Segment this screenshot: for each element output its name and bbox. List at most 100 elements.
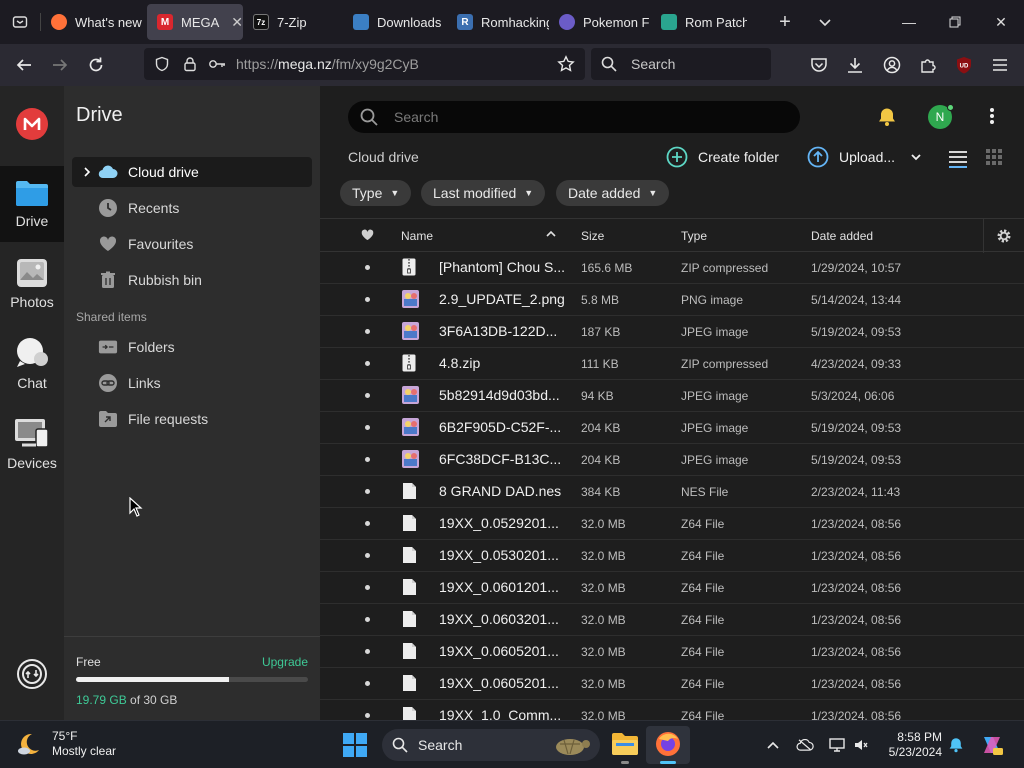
close-window-button[interactable]: ✕: [978, 0, 1024, 44]
rail-devices[interactable]: Devices: [0, 406, 64, 482]
start-button[interactable]: [343, 733, 367, 762]
table-row[interactable]: 6B2F905D-C52F-... 204 KB JPEG image 5/19/20…: [320, 412, 1024, 444]
tab-romhacking[interactable]: R Romhacking: [447, 4, 549, 40]
pocket-icon: [811, 58, 827, 72]
app-menu-button[interactable]: [989, 54, 1011, 76]
table-row[interactable]: 8 GRAND DAD.nes 384 KB NES File 2/23/2024, …: [320, 476, 1024, 508]
ublock-button[interactable]: UD: [953, 54, 975, 76]
taskbar-search[interactable]: Search: [382, 729, 600, 761]
rail-label: Devices: [7, 455, 57, 471]
forward-button[interactable]: [42, 49, 78, 81]
table-row[interactable]: 4.8.zip 111 KB ZIP compressed 4/23/2024, 09…: [320, 348, 1024, 380]
list-view-button[interactable]: [948, 148, 968, 173]
file-explorer-taskbar-button[interactable]: [611, 731, 639, 764]
extensions-button[interactable]: [917, 54, 939, 76]
tab-overflow-button[interactable]: [802, 0, 848, 44]
notifications-button[interactable]: [877, 107, 897, 132]
file-icon: [402, 482, 419, 502]
tab-whats-new[interactable]: What's new: [41, 4, 147, 40]
column-header-name[interactable]: Name: [401, 229, 433, 243]
rail-drive[interactable]: Drive: [0, 166, 64, 242]
cloud-offline-icon: [796, 739, 814, 751]
table-row[interactable]: 19XX_0.0605201... 32.0 MB Z64 File 1/23/202…: [320, 668, 1024, 700]
more-options-button[interactable]: [989, 107, 995, 130]
file-type: JPEG image: [681, 421, 749, 435]
taskbar-clock[interactable]: 8:58 PM 5/23/2024: [856, 730, 942, 760]
account-button[interactable]: [881, 54, 903, 76]
table-row[interactable]: 6FC38DCF-B13C... 204 KB JPEG image 5/19/202…: [320, 444, 1024, 476]
rail-label: Photos: [10, 294, 54, 310]
back-button[interactable]: [6, 49, 42, 81]
breadcrumb[interactable]: Cloud drive: [348, 149, 419, 165]
table-row[interactable]: 19XX_0.0530201... 32.0 MB Z64 File 1/23/202…: [320, 540, 1024, 572]
sidebar-item-links[interactable]: Links: [72, 368, 312, 398]
filter-date-added[interactable]: Date added ▼: [556, 180, 670, 206]
row-status-dot: [365, 393, 370, 398]
grid-view-button[interactable]: [986, 149, 1002, 170]
sidebar-item-favourites[interactable]: Favourites: [72, 229, 312, 259]
search-input[interactable]: Search: [348, 101, 800, 133]
filter-type[interactable]: Type ▼: [340, 180, 412, 206]
table-row[interactable]: 19XX_1.0_Comm... 32.0 MB Z64 File 1/23/2024…: [320, 700, 1024, 720]
tab-mega[interactable]: M MEGA ✕: [147, 4, 243, 40]
show-hidden-icons-button[interactable]: [764, 736, 782, 754]
rail-photos[interactable]: Photos: [0, 246, 64, 322]
close-tab-icon[interactable]: ✕: [231, 14, 243, 31]
sidebar-item-cloud-drive[interactable]: Cloud drive: [72, 157, 312, 187]
maximize-button[interactable]: [932, 0, 978, 44]
table-row[interactable]: 19XX_0.0601201... 32.0 MB Z64 File 1/23/202…: [320, 572, 1024, 604]
create-folder-button[interactable]: Create folder: [666, 146, 779, 168]
transfers-button[interactable]: [16, 658, 48, 690]
tab-7zip[interactable]: 7z 7-Zip: [243, 4, 343, 40]
file-type: Z64 File: [681, 549, 725, 563]
row-status-dot: [365, 553, 370, 558]
filter-last-modified[interactable]: Last modified ▼: [421, 180, 546, 206]
tab-pokemon[interactable]: Pokemon F: [549, 4, 651, 40]
sidebar-item-recents[interactable]: Recents: [72, 193, 312, 223]
rail-chat[interactable]: Chat: [0, 326, 64, 402]
sidebar-item-file-requests[interactable]: File requests: [72, 404, 312, 434]
plan-label: Free: [76, 655, 101, 669]
table-row[interactable]: 2.9_UPDATE_2.png 5.8 MB PNG image 5/14/2024…: [320, 284, 1024, 316]
file-name: 19XX_0.0605201...: [439, 643, 559, 659]
mega-logo-icon[interactable]: [16, 108, 48, 140]
tab-downloads[interactable]: Downloads: [343, 4, 447, 40]
column-settings-button[interactable]: [996, 228, 1012, 247]
weather-widget[interactable]: 75°F Mostly clear: [16, 729, 116, 759]
table-row[interactable]: [Phantom] Chou S... 165.6 MB ZIP compresse…: [320, 252, 1024, 284]
column-header-size[interactable]: Size: [581, 229, 604, 243]
table-row[interactable]: 5b82914d9d03bd... 94 KB JPEG image 5/3/2024…: [320, 380, 1024, 412]
sort-ascending-icon[interactable]: [546, 228, 556, 242]
row-status-dot: [365, 617, 370, 622]
display-tray-button[interactable]: [828, 736, 846, 754]
favourite-column-heart-icon[interactable]: [361, 229, 374, 244]
sidebar-item-folders[interactable]: Folders: [72, 332, 312, 362]
upgrade-link[interactable]: Upgrade: [262, 655, 308, 669]
notification-center-button[interactable]: [947, 736, 965, 754]
browser-search-box[interactable]: Search: [591, 48, 771, 80]
table-row[interactable]: 19XX_0.0603201... 32.0 MB Z64 File 1/23/202…: [320, 604, 1024, 636]
table-row[interactable]: 3F6A13DB-122D... 187 KB JPEG image 5/19/202…: [320, 316, 1024, 348]
tab-label: Romhacking: [481, 14, 549, 30]
tab-rom-patch[interactable]: Rom Patch: [651, 4, 747, 40]
table-row[interactable]: 19XX_0.0605201... 32.0 MB Z64 File 1/23/202…: [320, 636, 1024, 668]
file-type: Z64 File: [681, 581, 725, 595]
list-all-tabs-button[interactable]: [0, 0, 40, 44]
bookmark-star-icon[interactable]: [557, 55, 575, 73]
downloads-button[interactable]: [844, 54, 866, 76]
copilot-button[interactable]: [980, 733, 1004, 757]
firefox-taskbar-button[interactable]: [646, 726, 690, 764]
column-header-date-added[interactable]: Date added: [811, 229, 873, 243]
onedrive-tray-button[interactable]: [796, 736, 814, 754]
upload-button[interactable]: Upload...: [807, 146, 921, 168]
minimize-button[interactable]: —: [886, 0, 932, 44]
sidebar-item-rubbish-bin[interactable]: Rubbish bin: [72, 265, 312, 295]
address-bar[interactable]: https://mega.nz/fm/xy9g2CyB: [144, 48, 585, 80]
file-date-added: 1/29/2024, 10:57: [811, 261, 902, 275]
avatar[interactable]: N: [928, 104, 954, 129]
reload-button[interactable]: [78, 49, 114, 81]
column-header-type[interactable]: Type: [681, 229, 707, 243]
table-row[interactable]: 19XX_0.0529201... 32.0 MB Z64 File 1/23/202…: [320, 508, 1024, 540]
pocket-button[interactable]: [808, 54, 830, 76]
mega-icon: M: [157, 14, 173, 30]
